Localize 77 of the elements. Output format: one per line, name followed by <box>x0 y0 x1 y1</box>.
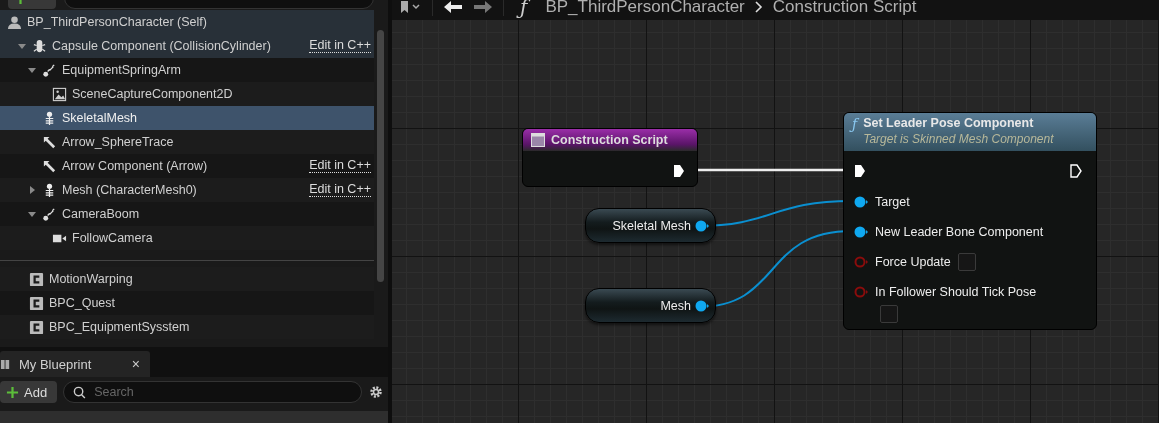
tree-item-label: Arrow Component (Arrow) <box>62 159 209 173</box>
my-blueprint-tab[interactable]: My Blueprint × <box>0 351 150 377</box>
checkbox[interactable] <box>880 305 898 323</box>
tree-item[interactable]: CameraBoom <box>0 202 374 226</box>
checkbox[interactable] <box>957 253 976 271</box>
expand-arrow-icon[interactable] <box>27 185 37 195</box>
collapse-arrow-icon[interactable] <box>27 209 37 219</box>
exec-pin-icon[interactable] <box>1070 164 1082 178</box>
exec-pin-icon[interactable] <box>673 164 685 178</box>
exec-pin-icon[interactable] <box>854 164 866 178</box>
variable-node[interactable]: Mesh <box>585 288 716 323</box>
tree-item[interactable]: Capsule Component (CollisionCylinder) Edit in C++ <box>0 34 374 58</box>
tree-item-label: EquipmentSpringArm <box>62 63 182 77</box>
tree-item-label: BP_ThirdPersonCharacter (Self) <box>27 15 208 29</box>
bookmark-icon[interactable] <box>400 1 422 13</box>
tree-item-label: Capsule Component (CollisionCylinder) <box>52 39 272 53</box>
component-icon <box>29 271 44 287</box>
spring-icon <box>42 206 57 222</box>
chevron-icon <box>754 1 763 13</box>
window-icon <box>531 133 545 147</box>
tree-item-label: FollowCamera <box>72 231 154 245</box>
tree-item-label: MotionWarping <box>49 272 134 286</box>
edit-in-cpp-link[interactable]: Edit in C++ <box>309 159 371 173</box>
capsule-icon <box>32 38 47 54</box>
pin-icon[interactable] <box>854 196 868 208</box>
tree-item-label: Mesh (CharacterMesh0) <box>62 183 198 197</box>
node-subtitle: Target is Skinned Mesh Component <box>863 132 1054 146</box>
graph-canvas[interactable]: Construction Script Skeletal Mesh Mesh ƒ Set Leader Pose Component Target is Skinned Mesh Component Target New Leader Bone Component Force Update In Follower Should Tick Pose <box>392 20 1159 423</box>
tree-item-label: Arrow_SphereTrace <box>62 135 175 149</box>
pin-label: Force Update <box>875 255 951 269</box>
node-title: Set Leader Pose Component <box>863 116 1035 130</box>
settings-icon[interactable] <box>368 384 384 400</box>
tree-item[interactable]: Arrow Component (Arrow) Edit in C++ <box>0 154 374 178</box>
person-icon <box>7 14 22 30</box>
tree-item-label: CameraBoom <box>62 207 141 221</box>
tree-item[interactable]: SkeletalMesh <box>0 106 374 130</box>
search-icon <box>73 386 87 399</box>
pin-icon[interactable] <box>854 226 868 238</box>
component-icon <box>29 295 44 311</box>
tree-item-label: SceneCaptureComponent2D <box>72 87 234 101</box>
tree-item[interactable]: EquipmentSpringArm <box>0 58 374 82</box>
spring-icon <box>42 62 57 78</box>
pin-label: Target <box>875 195 910 209</box>
arrow-icon <box>42 134 57 150</box>
search-field[interactable]: Search <box>63 381 362 403</box>
variable-node[interactable]: Skeletal Mesh <box>585 208 716 243</box>
book-icon <box>0 358 11 370</box>
variable-label: Skeletal Mesh <box>612 218 691 233</box>
close-button[interactable]: × <box>131 356 140 372</box>
node-title: Construction Script <box>551 133 668 147</box>
pin-label: New Leader Bone Component <box>875 225 1044 239</box>
pin-icon[interactable] <box>695 299 709 312</box>
function-node[interactable]: ƒ Set Leader Pose Component Target is Skinned Mesh Component Target New Leader Bone Component Force Update In Follower Should Tick Pose <box>843 112 1097 330</box>
breadcrumb-item[interactable]: BP_ThirdPersonCharacter <box>545 0 745 17</box>
variable-label: Mesh <box>660 298 691 313</box>
tree-item[interactable]: BP_ThirdPersonCharacter (Self) <box>0 10 374 34</box>
component-icon <box>29 319 44 335</box>
scrollbar[interactable] <box>377 30 384 282</box>
forward-arrow-icon[interactable] <box>473 0 493 14</box>
pin-icon[interactable] <box>695 219 709 232</box>
collapse-arrow-icon[interactable] <box>17 41 27 51</box>
tree-item[interactable]: BPC_Quest <box>0 291 374 315</box>
tree-item-label: SkeletalMesh <box>62 111 139 125</box>
tree-item-label: BPC_EquipmentSysstem <box>49 320 191 334</box>
arrow-icon <box>42 158 57 174</box>
edit-in-cpp-link[interactable]: Edit in C++ <box>309 39 371 53</box>
edit-in-cpp-link[interactable]: Edit in C++ <box>309 183 371 197</box>
breadcrumb-item[interactable]: Construction Script <box>772 0 917 17</box>
pin-label: In Follower Should Tick Pose <box>875 285 1037 299</box>
collapse-arrow-icon[interactable] <box>27 65 37 75</box>
add-button[interactable]: Add <box>0 381 58 403</box>
plus-icon <box>6 385 19 399</box>
tree-item-label: BPC_Quest <box>49 296 116 310</box>
back-arrow-icon[interactable] <box>443 0 463 14</box>
tab-label: My Blueprint <box>19 356 93 372</box>
image-icon <box>52 86 67 102</box>
event-node[interactable]: Construction Script <box>522 128 698 187</box>
